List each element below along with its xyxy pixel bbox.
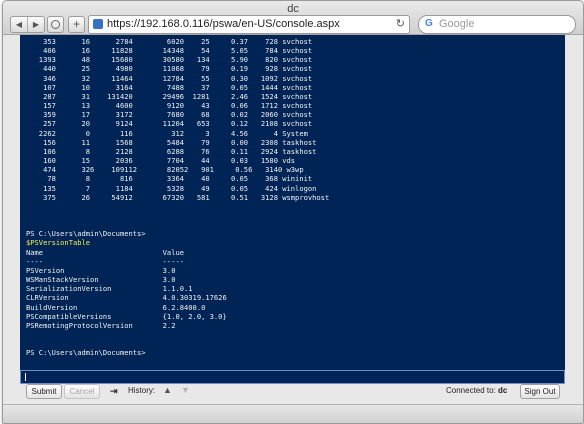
navigation-buttons: ◀ ▶	[10, 16, 45, 33]
cancel-button[interactable]: Cancel	[64, 384, 100, 399]
console-history: 353 16 2784 6020 25 0.37 728 svchost 406…	[26, 37, 330, 239]
forward-arrow-icon: ▶	[32, 20, 40, 29]
search-placeholder: Google	[439, 18, 475, 30]
sign-out-button[interactable]: Sign Out	[520, 384, 560, 399]
connected-label: Connected to:	[446, 386, 496, 395]
search-box[interactable]: G Google	[418, 15, 576, 34]
history-label: History:	[128, 386, 156, 395]
console-command: $PSVersionTable	[26, 238, 91, 248]
submit-button[interactable]: Submit	[26, 384, 62, 399]
title-bar: dc ◀ ▶ + https://192.168.0.116/pswa/en-U…	[3, 1, 583, 35]
history-up-icon[interactable]: ▲	[163, 385, 172, 395]
forward-button[interactable]: ▶	[27, 17, 44, 32]
eye-icon	[51, 20, 60, 29]
add-bookmark-button[interactable]: +	[68, 16, 85, 33]
console-text: 353 16 2784 6020 25 0.37 728 svchost 406…	[26, 37, 329, 357]
privacy-button[interactable]	[47, 16, 64, 33]
connected-host: dc	[498, 386, 508, 395]
site-favicon-icon	[93, 19, 103, 29]
tab-complete-icon[interactable]: ⇥	[110, 386, 118, 397]
window-title: dc	[287, 3, 299, 15]
google-icon: G	[425, 18, 433, 29]
browser-window: dc ◀ ▶ + https://192.168.0.116/pswa/en-U…	[2, 0, 584, 424]
connection-status: Connected to: dc	[446, 386, 507, 395]
reload-icon[interactable]: ↻	[396, 17, 405, 30]
history-down-icon[interactable]: ▼	[181, 385, 190, 395]
back-arrow-icon: ◀	[15, 20, 23, 29]
back-button[interactable]: ◀	[11, 17, 27, 32]
control-bar: Submit Cancel ⇥ History: ▲ ▼ Connected t…	[20, 384, 565, 399]
address-bar[interactable]: https://192.168.0.116/pswa/en-US/console…	[88, 15, 410, 34]
text-caret	[25, 373, 26, 381]
console-table: Name Value ---- ----- PSVersion 3.0 WSMa…	[26, 247, 227, 358]
status-bar	[3, 404, 583, 423]
console-output[interactable]: 353 16 2784 6020 25 0.37 728 svchost 406…	[20, 35, 565, 370]
url-text[interactable]: https://192.168.0.116/pswa/en-US/console…	[107, 18, 340, 30]
command-input[interactable]	[20, 370, 565, 384]
